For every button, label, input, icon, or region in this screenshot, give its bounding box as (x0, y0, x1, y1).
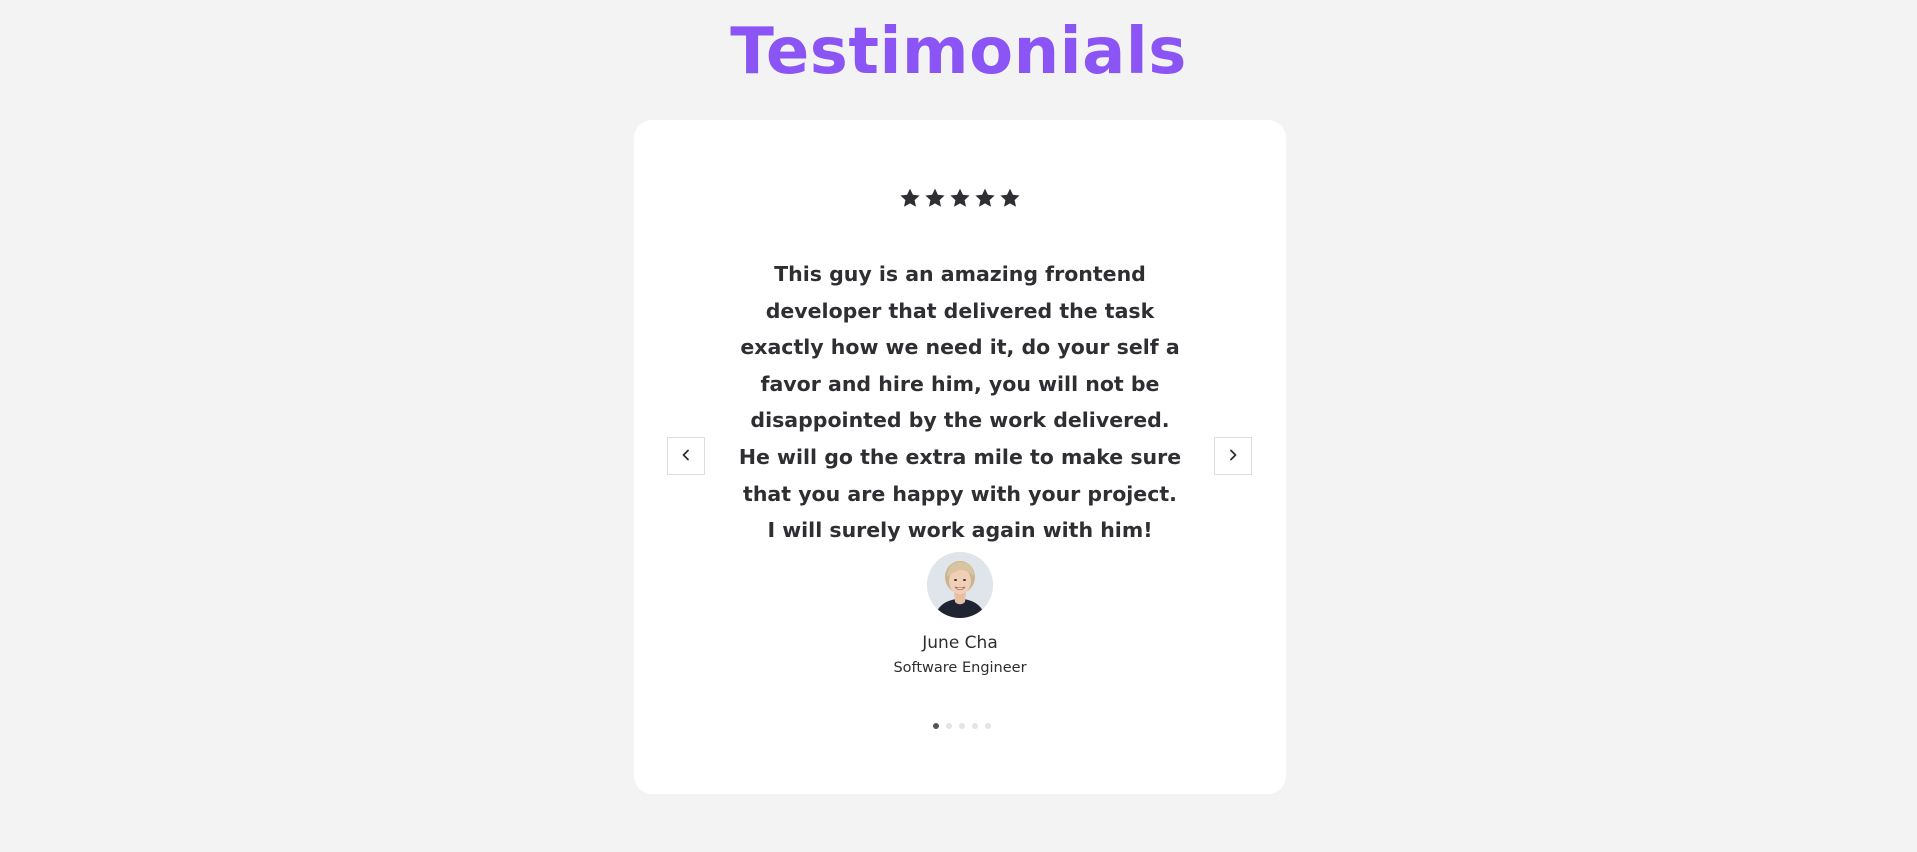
author-name: June Cha (922, 633, 998, 653)
chevron-right-icon (1226, 448, 1240, 465)
avatar (927, 552, 993, 618)
previous-button[interactable] (667, 437, 705, 475)
carousel-dot[interactable] (946, 723, 952, 729)
carousel-dot[interactable] (985, 723, 991, 729)
star-icon (898, 186, 922, 210)
author-role: Software Engineer (893, 660, 1027, 676)
next-button[interactable] (1214, 437, 1252, 475)
star-icon (998, 186, 1022, 210)
carousel-pagination (634, 720, 1286, 732)
star-rating (634, 186, 1286, 210)
carousel-dot[interactable] (933, 723, 939, 729)
carousel-dot[interactable] (972, 723, 978, 729)
testimonial-quote: This guy is an amazing frontend develope… (738, 262, 1182, 543)
carousel-dot[interactable] (959, 723, 965, 729)
chevron-left-icon (679, 448, 693, 465)
testimonial-card: This guy is an amazing frontend develope… (634, 120, 1286, 794)
person-photo-icon (927, 552, 993, 618)
star-icon (923, 186, 947, 210)
star-icon (948, 186, 972, 210)
page-title: Testimonials (730, 15, 1187, 89)
star-icon (973, 186, 997, 210)
